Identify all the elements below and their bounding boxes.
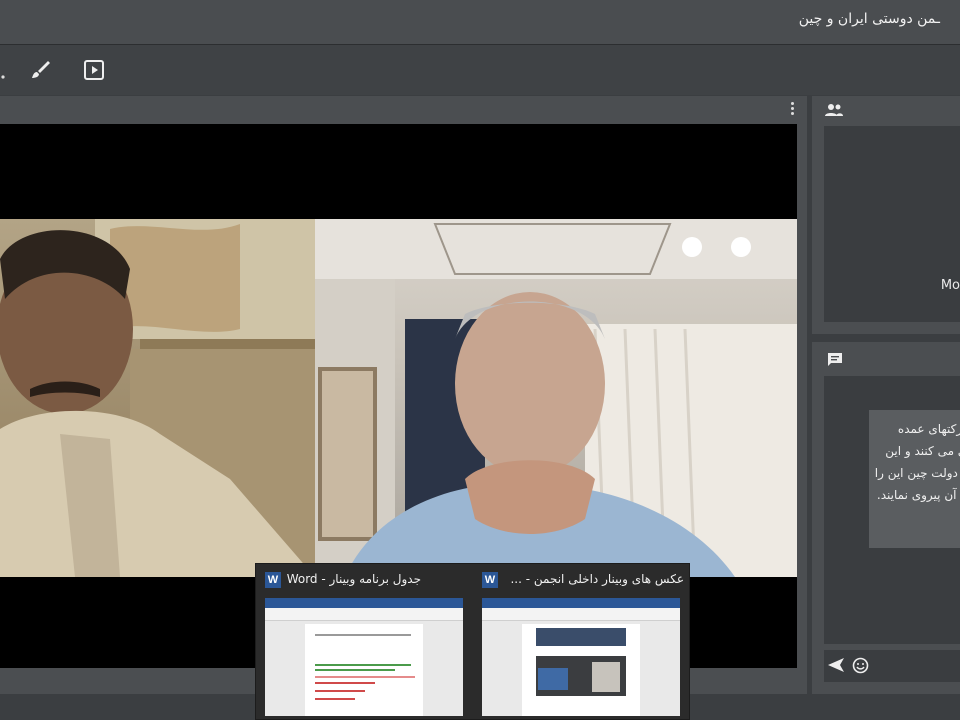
chat-message: شرکتهای عمده وی می کنند و این ت دولت چین… [869,410,960,548]
people-icon [825,102,843,121]
window-title: ـمن دوستی ایران و چین [798,11,940,27]
word-app-icon: W [482,572,498,588]
chat-input[interactable] [824,650,960,682]
webcam-video-left [0,219,315,577]
emoji-icon[interactable] [852,657,869,678]
chat-message-line: ت دولت چین این را [874,466,960,480]
title-bar: ـمن دوستی ایران و چین [0,0,960,45]
chat-icon [827,352,843,372]
brush-icon[interactable] [28,57,54,83]
chat-messages: شرکتهای عمده وی می کنند و این ت دولت چین… [824,376,960,644]
kebab-menu-icon[interactable] [789,102,795,118]
chat-message-line: وی می کنند و این [885,444,960,458]
chat-panel: شرکتهای عمده وی می کنند و این ت دولت چین… [812,342,960,694]
taskbar-preview-popup: W جدول برنامه وبینار - Word W عکس های وب… [255,563,690,720]
participants-list: Mo [824,126,960,322]
presentation-icon[interactable] [81,57,107,83]
webcam-video-right [315,219,797,577]
window-thumbnail[interactable] [265,598,463,716]
preview-title[interactable]: عکس های وبینار داخلی انجمن - ... [504,572,684,592]
send-icon[interactable] [827,657,845,677]
participants-panel: Mo [812,96,960,334]
more-icon[interactable] [0,57,18,83]
video-panel-header [0,96,807,124]
word-app-icon: W [265,572,281,588]
window-thumbnail[interactable] [482,598,680,716]
chat-message-line: شرکتهای عمده [897,422,960,436]
preview-title[interactable]: جدول برنامه وبینار - Word [286,572,421,592]
chat-message-line: ای آن پیروی نمایند. [876,488,960,502]
toolbar [0,45,960,95]
moderator-label[interactable]: Mo [941,278,960,293]
